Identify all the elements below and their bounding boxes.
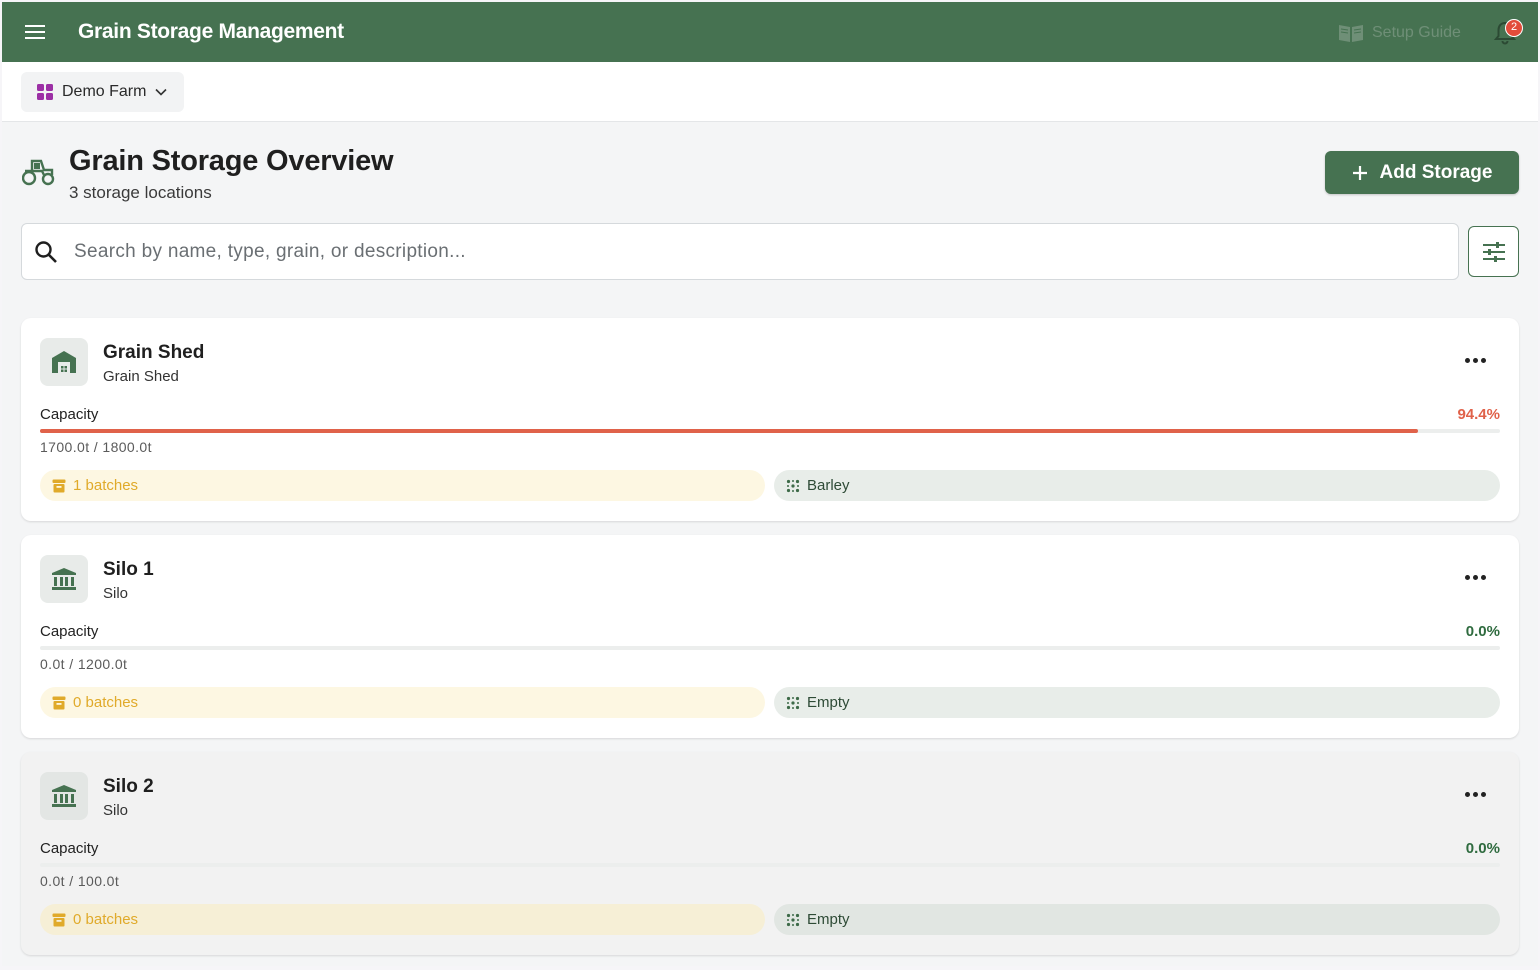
batches-count: 0 batches — [73, 911, 139, 928]
capacity-amounts: 1700.0t / 1800.0t — [40, 439, 152, 455]
add-storage-label: Add Storage — [1379, 161, 1493, 183]
storage-type: Silo — [103, 802, 129, 819]
grain-chip[interactable]: Empty — [774, 904, 1500, 935]
search-icon — [35, 241, 57, 263]
chevron-down-icon — [155, 88, 168, 96]
grain-type: Empty — [807, 911, 850, 928]
more-options-icon[interactable] — [1457, 565, 1493, 589]
storage-icon-box — [40, 772, 88, 820]
capacity-percent: 0.0% — [1465, 623, 1500, 640]
farm-selector[interactable]: Demo Farm — [21, 72, 184, 112]
warehouse-icon — [52, 351, 76, 373]
silo-icon — [52, 785, 76, 807]
grain-chip[interactable]: Empty — [774, 687, 1500, 718]
storage-name: Grain Shed — [103, 342, 205, 363]
filter-button[interactable] — [1468, 226, 1519, 277]
notification-badge: 2 — [1505, 19, 1523, 37]
capacity-amounts: 0.0t / 100.0t — [40, 873, 120, 889]
capacity-percent: 94.4% — [1457, 406, 1500, 423]
grain-chip[interactable]: Barley — [774, 470, 1500, 501]
capacity-percent: 0.0% — [1465, 840, 1500, 857]
app-frame: Grain Storage Management Setup Guide 2 D… — [2, 2, 1538, 966]
storage-count: 3 storage locations — [69, 183, 212, 202]
box-icon — [52, 913, 66, 926]
farm-selector-label: Demo Farm — [62, 83, 147, 100]
capacity-bar — [40, 863, 1500, 867]
batches-count: 0 batches — [73, 694, 139, 711]
app-title: Grain Storage Management — [78, 20, 344, 43]
more-options-icon[interactable] — [1457, 348, 1493, 372]
grain-icon — [786, 913, 800, 926]
storage-type: Grain Shed — [103, 368, 179, 385]
page-title: Grain Storage Overview — [69, 145, 394, 177]
storage-type: Silo — [103, 585, 129, 602]
capacity-label: Capacity — [40, 840, 99, 857]
book-icon — [1339, 25, 1363, 42]
silo-icon — [52, 568, 76, 590]
batches-count: 1 batches — [73, 477, 139, 494]
search-input[interactable] — [74, 232, 1444, 272]
capacity-bar — [40, 646, 1500, 650]
grain-icon — [786, 696, 800, 709]
storage-card[interactable]: Silo 1 Silo Capacity 0.0% 0.0t / 1200.0t… — [21, 535, 1519, 738]
app-bar: Grain Storage Management Setup Guide 2 — [2, 2, 1538, 62]
search-box — [21, 223, 1459, 280]
storage-name: Silo 1 — [103, 559, 154, 580]
storage-icon-box — [40, 555, 88, 603]
capacity-label: Capacity — [40, 406, 99, 423]
tune-icon — [1482, 241, 1505, 262]
batches-chip[interactable]: 0 batches — [40, 687, 765, 718]
storage-card[interactable]: Grain Shed Grain Shed Capacity 94.4% 170… — [21, 318, 1519, 521]
farm-bar: Demo Farm — [2, 62, 1538, 122]
grain-icon — [786, 479, 800, 492]
grain-type: Empty — [807, 694, 850, 711]
add-storage-button[interactable]: Add Storage — [1325, 151, 1519, 194]
batches-chip[interactable]: 1 batches — [40, 470, 765, 501]
setup-guide-button[interactable]: Setup Guide — [1338, 21, 1461, 45]
grain-type: Barley — [807, 477, 850, 494]
box-icon — [52, 479, 66, 492]
capacity-bar — [40, 429, 1500, 433]
storage-icon-box — [40, 338, 88, 386]
capacity-bar-fill — [40, 429, 1419, 433]
capacity-label: Capacity — [40, 623, 99, 640]
menu-icon[interactable] — [22, 20, 48, 44]
plus-icon — [1352, 165, 1367, 180]
box-icon — [52, 696, 66, 709]
more-options-icon[interactable] — [1457, 782, 1493, 806]
batches-chip[interactable]: 0 batches — [40, 904, 765, 935]
grid-icon — [37, 84, 53, 100]
storage-name: Silo 2 — [103, 776, 154, 797]
storage-card[interactable]: Silo 2 Silo Capacity 0.0% 0.0t / 100.0t … — [21, 752, 1519, 955]
setup-guide-label: Setup Guide — [1372, 24, 1461, 41]
tractor-icon — [22, 159, 55, 186]
capacity-amounts: 0.0t / 1200.0t — [40, 656, 128, 672]
